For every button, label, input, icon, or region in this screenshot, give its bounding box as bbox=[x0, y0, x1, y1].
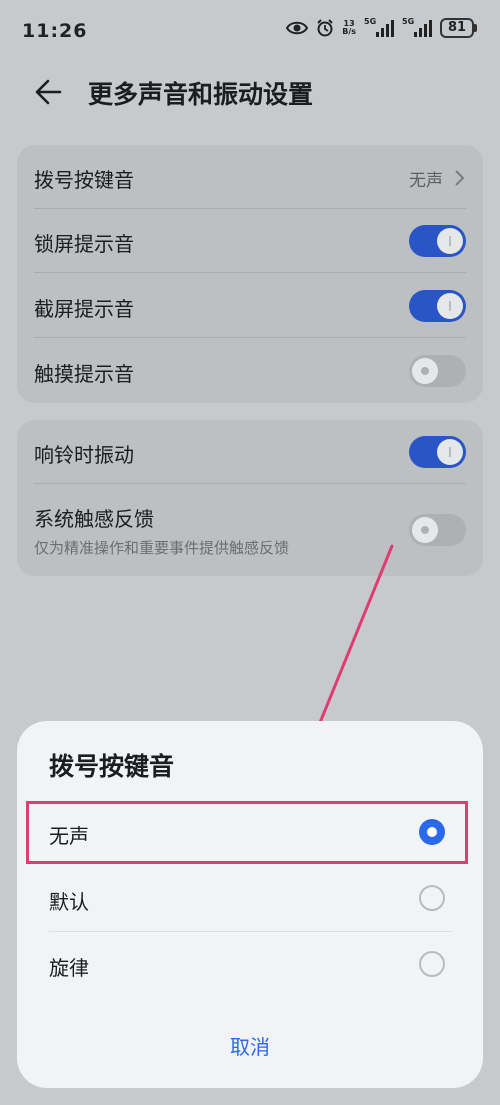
battery-icon: 81 bbox=[440, 18, 477, 38]
divider bbox=[34, 483, 466, 484]
alarm-icon bbox=[316, 19, 334, 37]
eye-icon bbox=[286, 20, 309, 36]
settings-card-vibration: 响铃时振动 系统触感反馈 仅为精准操作和重要事件提供触感反馈 bbox=[17, 420, 483, 576]
row-label: 截屏提示音 bbox=[34, 297, 134, 321]
settings-card-sounds: 拨号按键音 无声 锁屏提示音 截屏提示音 触摸提示音 bbox=[17, 145, 483, 403]
screenshot-sound-toggle[interactable] bbox=[409, 290, 466, 322]
dial-keypad-tone-row[interactable]: 拨号按键音 无声 bbox=[17, 145, 483, 209]
status-icons: 13 B/s 5G 5G 81 bbox=[286, 17, 477, 38]
cancel-button[interactable]: 取消 bbox=[17, 1031, 483, 1060]
back-button[interactable] bbox=[30, 72, 70, 112]
vibrate-on-ring-row: 响铃时振动 bbox=[17, 420, 483, 484]
page-header: 更多声音和振动设置 bbox=[0, 64, 500, 120]
row-description: 仅为精准操作和重要事件提供触感反馈 bbox=[34, 539, 290, 557]
network-speed: 13 B/s bbox=[342, 19, 356, 36]
signal-icon-sim2: 5G bbox=[402, 17, 432, 37]
annotation-highlight-box bbox=[26, 801, 468, 864]
touch-sound-row: 触摸提示音 bbox=[17, 339, 483, 403]
radio-unselected-icon[interactable] bbox=[419, 951, 445, 977]
row-label: 触摸提示音 bbox=[34, 362, 134, 386]
option-label: 旋律 bbox=[49, 956, 89, 980]
dial-tone-dialog: 拨号按键音 无声 默认 旋律 取消 bbox=[17, 721, 483, 1088]
row-value: 无声 bbox=[409, 171, 443, 191]
haptic-feedback-toggle[interactable] bbox=[409, 514, 466, 546]
row-label: 响铃时振动 bbox=[34, 443, 134, 467]
chevron-right-icon bbox=[455, 170, 465, 186]
touch-sound-toggle[interactable] bbox=[409, 355, 466, 387]
row-label: 锁屏提示音 bbox=[34, 232, 134, 256]
option-melody[interactable]: 旋律 bbox=[17, 932, 483, 998]
lock-screen-sound-row: 锁屏提示音 bbox=[17, 209, 483, 273]
page-title: 更多声音和振动设置 bbox=[88, 80, 314, 109]
screenshot-sound-row: 截屏提示音 bbox=[17, 274, 483, 338]
option-label: 默认 bbox=[49, 890, 89, 914]
divider bbox=[34, 272, 466, 273]
option-default[interactable]: 默认 bbox=[17, 866, 483, 932]
row-label: 拨号按键音 bbox=[34, 168, 134, 192]
radio-unselected-icon[interactable] bbox=[419, 885, 445, 911]
haptic-feedback-row: 系统触感反馈 仅为精准操作和重要事件提供触感反馈 bbox=[17, 485, 483, 576]
signal-icon-sim1: 5G bbox=[364, 17, 394, 37]
vibrate-on-ring-toggle[interactable] bbox=[409, 436, 466, 468]
row-label: 系统触感反馈 bbox=[34, 507, 154, 531]
status-time: 11:26 bbox=[22, 20, 88, 42]
status-bar: 11:26 13 B/s 5G 5G 81 bbox=[0, 0, 500, 64]
lock-screen-sound-toggle[interactable] bbox=[409, 225, 466, 257]
dialog-title: 拨号按键音 bbox=[49, 752, 175, 781]
divider bbox=[34, 337, 466, 338]
arrow-left-icon bbox=[35, 79, 62, 105]
